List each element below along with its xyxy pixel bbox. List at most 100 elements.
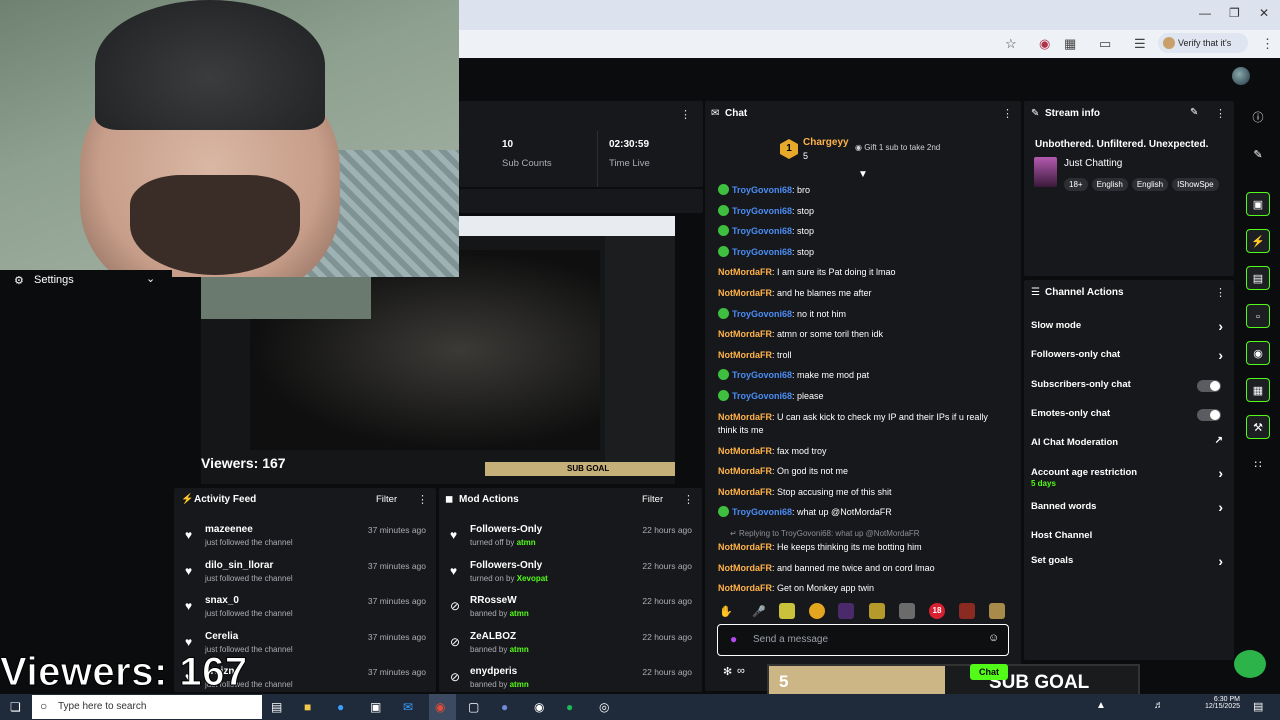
chat-username[interactable]: NotMordaFR [718,446,772,456]
pen-icon[interactable]: ✎ [1246,143,1270,167]
mod-filter-button[interactable]: Filter [642,494,663,505]
chrome-icon[interactable]: ◉ [435,700,445,714]
chevron-right-icon[interactable]: › [1218,465,1223,481]
bolt-icon[interactable]: ⚡ [1246,229,1270,253]
list-item[interactable]: ⊘ RRosseW banned by atmn 22 hours ago [439,595,702,631]
edge-icon[interactable]: ● [337,700,344,714]
more-icon[interactable]: ⋮ [417,493,428,506]
list-item[interactable]: ♥ Followers-Only turned off by atmn 22 hour… [439,524,702,560]
camera-icon[interactable]: ▣ [1246,192,1270,216]
chat-username[interactable]: NotMordaFR [718,288,772,298]
chat-username[interactable]: TroyGovoni68 [732,309,792,319]
tag[interactable]: IShowSpe [1172,178,1219,191]
chat-icon[interactable]: ▫ [1246,304,1270,328]
emote-18[interactable]: 18 [929,603,945,619]
file-explorer-icon[interactable]: ■ [304,700,311,714]
chat-username[interactable]: NotMordaFR [718,583,772,593]
channel-action-host-channel[interactable]: Host Channel [1031,530,1227,548]
chevron-right-icon[interactable]: › [1218,347,1223,363]
wrench-icon[interactable]: ⚒ [1246,415,1270,439]
chat-username[interactable]: TroyGovoni68 [732,391,792,401]
infinity-icon[interactable]: ∞ [737,665,745,677]
channel-action-ai-chat-moderation[interactable]: AI Chat Moderation ↗ [1031,435,1227,455]
store-icon[interactable]: ▣ [370,700,381,714]
chat-username[interactable]: NotMordaFR [718,542,772,552]
external-link-icon[interactable]: ↗ [1215,435,1223,446]
network-icon[interactable]: ▲ [1096,700,1106,711]
gift-sub-text[interactable]: ◉ Gift 1 sub to take 2nd [855,143,940,152]
collapse-pinned-icon[interactable]: ▼ [858,169,868,180]
list-item[interactable]: ♥ Followers-Only turned on by Xevopat 22 ho… [439,560,702,596]
emote-5[interactable] [899,603,915,619]
info-icon[interactable]: ⓘ [1246,106,1270,130]
obs-icon[interactable]: ◉ [534,700,544,714]
restore-icon[interactable]: ❐ [1229,6,1240,20]
chat-username[interactable]: TroyGovoni68 [732,206,792,216]
spotify-icon[interactable]: ● [566,700,573,714]
layout-icon[interactable]: ▦ [1246,378,1270,402]
app-icon[interactable]: ◎ [599,700,609,714]
chat-username[interactable]: NotMordaFR [718,466,772,476]
channel-action-followers-only-chat[interactable]: Followers-only chat › [1031,347,1227,367]
tag[interactable]: English [1091,178,1128,191]
list-item[interactable]: ♥ snax_0 just followed the channel 37 minut… [174,595,436,631]
close-icon[interactable]: ✕ [1259,6,1269,20]
chat-username[interactable]: TroyGovoni68 [732,226,792,236]
chat-username[interactable]: NotMordaFR [718,350,772,360]
list-item[interactable]: ⊘ enydperis banned by atmn 22 hours ago [439,666,702,692]
shield-extension-icon[interactable]: ◉ [1039,36,1050,52]
bookmark-star-icon[interactable]: ☆ [1005,36,1017,52]
mod-action-actor[interactable]: atmn [510,609,529,618]
mic-icon[interactable]: ● [730,632,737,646]
edit-icon[interactable]: ✎ [1190,107,1198,118]
notifications-icon[interactable]: ▤ [1253,700,1263,713]
list-item[interactable]: ♥ mazeenee just followed the channel 37 min… [174,524,436,560]
chevron-down-icon[interactable]: ⌄ [146,272,155,285]
support-icon[interactable] [1234,650,1266,678]
mail-icon[interactable]: ✉ [403,700,413,714]
mod-action-actor[interactable]: atmn [510,645,529,654]
broadcast-icon[interactable]: ◉ [1246,341,1270,365]
more-icon[interactable]: ⋮ [683,493,694,506]
chat-username[interactable]: TroyGovoni68 [732,247,792,257]
chat-username[interactable]: TroyGovoni68 [732,185,792,195]
tag[interactable]: 18+ [1064,178,1088,191]
chat-username[interactable]: TroyGovoni68 [732,370,792,380]
discord-icon[interactable]: ● [501,700,508,714]
mod-action-actor[interactable]: atmn [510,680,529,689]
channel-action-subscribers-only-chat[interactable]: Subscribers-only chat [1031,379,1227,397]
app-icon[interactable]: ▢ [468,700,479,714]
emote-hand-icon[interactable]: ✋ [719,605,733,618]
clock[interactable]: 6:30 PM 12/15/2025 [1200,696,1240,710]
channel-action-slow-mode[interactable]: Slow mode › [1031,318,1227,338]
mod-action-actor[interactable]: Xevopat [517,574,548,583]
stream-category[interactable]: Just Chatting [1064,158,1122,169]
send-chat-button[interactable]: Chat [970,664,1008,680]
task-view-icon[interactable]: ▤ [271,700,282,714]
emote-3[interactable] [838,603,854,619]
minimize-icon[interactable]: — [1199,6,1211,20]
chat-username[interactable]: NotMordaFR [718,412,772,422]
tag[interactable]: English [1131,178,1169,191]
extensions-puzzle-icon[interactable]: ▦ [1064,36,1076,52]
chat-username[interactable]: NotMordaFR [718,267,772,277]
chat-input[interactable]: ● Send a message ☺ [717,624,1009,656]
apps-icon[interactable]: ∷ [1246,453,1270,477]
chevron-right-icon[interactable]: › [1218,499,1223,515]
mod-action-actor[interactable]: atmn [517,538,536,547]
chevron-right-icon[interactable]: › [1218,553,1223,569]
toggle-switch[interactable] [1197,408,1221,421]
chat-username[interactable]: NotMordaFR [718,329,772,339]
list-item[interactable]: ♥ dilo_sin_llorar just followed the channe… [174,560,436,596]
windows-start-icon[interactable]: ❏ [10,700,21,714]
taskbar-search[interactable]: ○ Type here to search [32,695,262,719]
channel-action-emotes-only-chat[interactable]: Emotes-only chat [1031,408,1227,426]
verify-profile-button[interactable]: Verify that it's you [1158,33,1248,68]
emote-7[interactable] [959,603,975,619]
more-icon[interactable]: ⋮ [680,108,691,121]
chevron-right-icon[interactable]: › [1218,318,1223,334]
tab-search-icon[interactable]: ☰ [1134,36,1146,52]
channel-action-set-goals[interactable]: Set goals › [1031,553,1227,573]
avatar[interactable] [1232,67,1250,85]
list-item[interactable]: ⊘ ZeALBOZ banned by atmn 22 hours ago [439,631,702,667]
